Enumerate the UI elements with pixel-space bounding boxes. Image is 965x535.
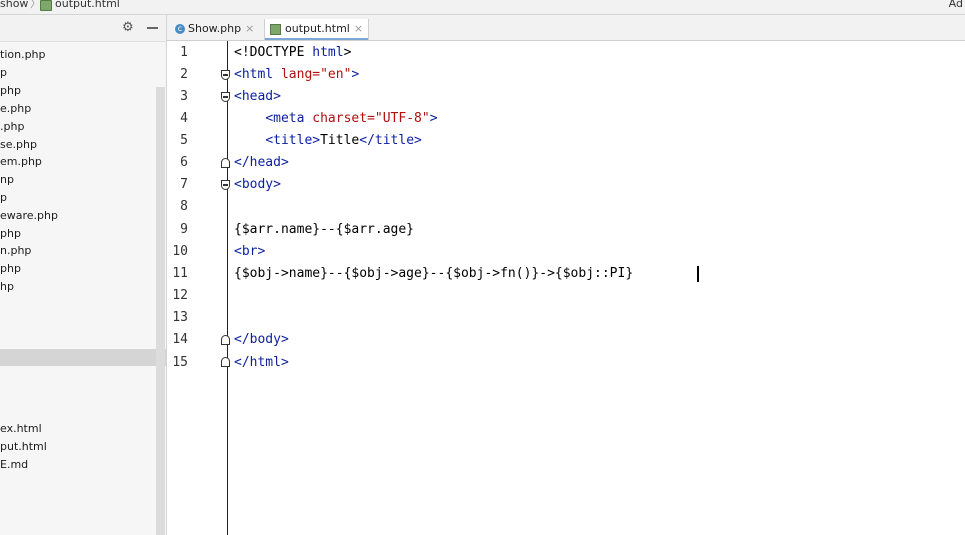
file-tree-item[interactable]: n.php (0, 244, 31, 258)
code-token: <meta (265, 111, 313, 126)
line-number: 8 (180, 199, 188, 214)
line-number: 11 (172, 266, 188, 281)
breadcrumb-folder[interactable]: show (0, 0, 28, 10)
code-line-6[interactable]: </head> (234, 155, 289, 171)
file-tree-item[interactable]: em.php (0, 155, 42, 169)
code-token: <head> (234, 89, 281, 104)
fold-end-icon[interactable] (221, 357, 230, 367)
code-line-3[interactable]: <head> (234, 89, 281, 105)
code-token: lang= (280, 67, 321, 82)
line-number: 12 (172, 288, 188, 303)
code-token: "UTF-8" (374, 111, 430, 126)
fold-end-icon[interactable] (221, 335, 230, 345)
file-tree-item[interactable]: php (0, 227, 21, 241)
project-scrollbar[interactable] (156, 87, 165, 535)
code-token: > (343, 45, 352, 60)
close-icon[interactable]: × (354, 22, 363, 35)
code-token: <body> (234, 177, 281, 192)
code-token: "en" (320, 67, 352, 82)
fold-expand-icon[interactable] (221, 70, 230, 80)
file-tree-item[interactable]: hp (0, 280, 14, 294)
project-panel-header: ⚙ (0, 15, 166, 42)
code-line-9[interactable]: {$arr.name}--{$arr.age} (234, 222, 414, 238)
tab-output-html[interactable]: output.html × (264, 19, 370, 40)
code-token: {$arr.name}--{$arr.age} (234, 222, 415, 237)
code-line-11[interactable]: {$obj->name}--{$obj->age}--{$obj->fn()}-… (234, 266, 633, 282)
editor-tab-bar: c Show.php × output.html × (167, 15, 965, 41)
minimize-icon[interactable] (147, 27, 158, 29)
line-number: 9 (180, 222, 188, 237)
file-tree-item[interactable]: E.md (0, 458, 28, 472)
line-number: 10 (172, 244, 188, 259)
html-file-icon (40, 0, 52, 11)
toolbar-add-label[interactable]: Ad (949, 0, 963, 10)
line-number: 3 (180, 89, 188, 104)
code-token: </head> (234, 155, 289, 170)
gear-icon[interactable]: ⚙ (122, 20, 134, 35)
file-tree-item[interactable]: p (0, 66, 7, 80)
file-tree-item[interactable]: tion.php (0, 48, 46, 62)
code-line-2[interactable]: <html lang="en"> (234, 67, 359, 83)
code-token: <title> (265, 133, 321, 148)
line-number: 6 (180, 155, 188, 170)
breadcrumb: show 〉 output.html Ad (0, 0, 965, 15)
project-panel: ⚙ tion.php p php e.php .php se.php em.ph… (0, 15, 167, 535)
code-token: > (429, 111, 438, 126)
line-number: 1 (180, 45, 188, 60)
code-line-7[interactable]: <body> (234, 177, 281, 193)
code-token: charset= (312, 111, 375, 126)
code-token: <br> (234, 244, 266, 259)
code-token: </html> (234, 355, 289, 370)
code-line-5[interactable]: <title>Title</title> (234, 133, 422, 149)
close-icon[interactable]: × (245, 22, 254, 35)
line-number: 4 (180, 111, 188, 126)
gutter-divider (227, 41, 228, 535)
code-token: </body> (234, 332, 289, 347)
file-tree-item[interactable]: np (0, 173, 14, 187)
tab-label: output.html (285, 22, 350, 35)
tab-label: Show.php (188, 22, 242, 35)
code-token: {$obj->name}--{$obj->age}--{$obj->fn()}-… (234, 266, 634, 281)
line-number: 7 (180, 177, 188, 192)
text-cursor (697, 266, 699, 282)
code-token: Title (320, 133, 360, 148)
fold-expand-icon[interactable] (221, 180, 230, 190)
code-token: <!DOCTYPE (234, 45, 313, 60)
code-line-14[interactable]: </body> (234, 332, 289, 348)
file-tree-item[interactable]: .php (0, 120, 24, 134)
fold-expand-icon[interactable] (221, 92, 230, 102)
file-tree-item[interactable]: eware.php (0, 209, 58, 223)
html-file-icon (270, 23, 281, 35)
line-number: 14 (172, 332, 188, 347)
line-number: 13 (172, 310, 188, 325)
file-tree-item[interactable]: p (0, 191, 7, 205)
code-line-10[interactable]: <br> (234, 244, 265, 260)
code-line-15[interactable]: </html> (234, 355, 289, 371)
php-file-icon: c (175, 24, 185, 34)
code-line-1[interactable]: <!DOCTYPE html> (234, 45, 351, 61)
file-tree-item[interactable]: php (0, 84, 21, 98)
file-tree-item[interactable]: put.html (0, 440, 47, 454)
code-token: html (312, 45, 344, 60)
fold-end-icon[interactable] (221, 158, 230, 168)
line-number: 15 (172, 355, 188, 370)
breadcrumb-file[interactable]: output.html (55, 0, 120, 10)
file-tree-item[interactable]: e.php (0, 102, 31, 116)
file-tree-item[interactable]: ex.html (0, 422, 42, 436)
tab-show-php[interactable]: c Show.php × (175, 19, 254, 40)
file-tree-item[interactable]: se.php (0, 138, 37, 152)
line-number: 2 (180, 67, 188, 82)
code-token: > (351, 67, 360, 82)
code-token: <html (234, 67, 281, 82)
line-number: 5 (180, 133, 188, 148)
selected-tree-row[interactable] (0, 349, 166, 366)
code-line-4[interactable]: <meta charset="UTF-8"> (234, 111, 438, 127)
code-token: </title> (359, 133, 422, 148)
file-tree-item[interactable]: php (0, 262, 21, 276)
